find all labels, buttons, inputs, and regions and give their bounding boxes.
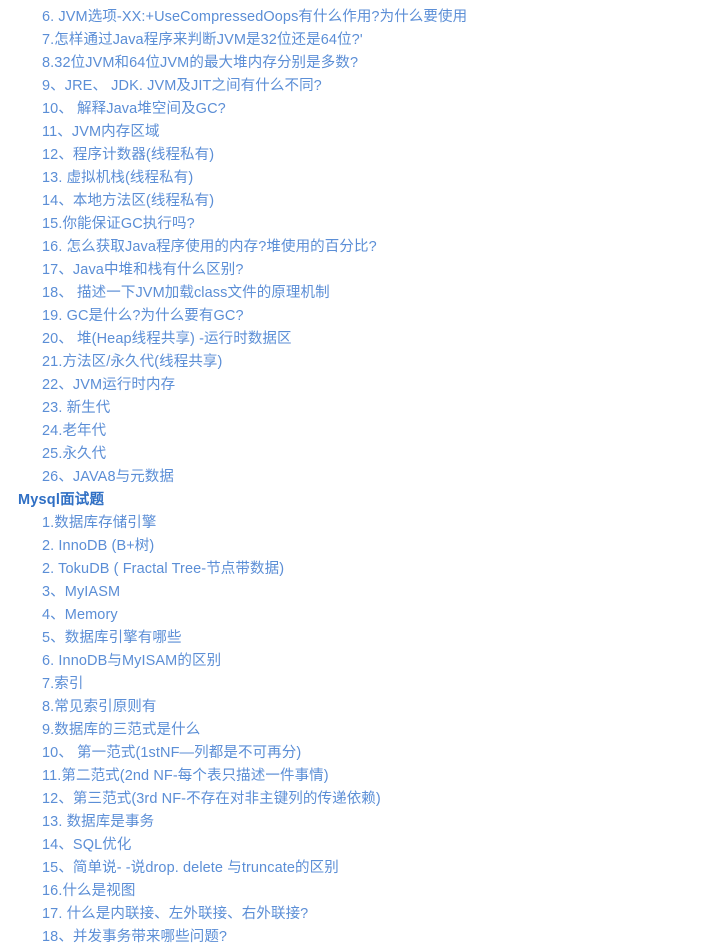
toc-list-item[interactable]: 1.数据库存储引擎 <box>0 512 713 535</box>
toc-list-item[interactable]: 4、Memory <box>0 604 713 627</box>
toc-list-item[interactable]: 2. TokuDB ( Fractal Tree-节点带数据) <box>0 558 713 581</box>
toc-list-item[interactable]: 22、JVM运行时内存 <box>0 374 713 397</box>
toc-section-heading: Mysql面试题 <box>18 492 105 508</box>
toc-list-item[interactable]: 9、JRE、 JDK. JVM及JIT之间有什么不同? <box>0 75 713 98</box>
toc-list-item[interactable]: 12、程序计数器(线程私有) <box>0 144 713 167</box>
toc-list-item[interactable]: 16. 怎么获取Java程序使用的内存?堆使用的百分比? <box>0 236 713 259</box>
toc-list-item[interactable]: 15.你能保证GC执行吗? <box>0 213 713 236</box>
toc-list-item[interactable]: 24.老年代 <box>0 420 713 443</box>
toc-list-item[interactable]: 13. 数据库是事务 <box>0 811 713 834</box>
toc-list-item[interactable]: 20、 堆(Heap线程共享) -运行时数据区 <box>0 328 713 351</box>
toc-list-item[interactable]: 7.索引 <box>0 673 713 696</box>
toc-list-item[interactable]: 5、数据库引擎有哪些 <box>0 627 713 650</box>
toc-list-item[interactable]: 14、SQL优化 <box>0 834 713 857</box>
toc-list-item[interactable]: 18、并发事务带来哪些问题? <box>0 926 713 949</box>
toc-list-item[interactable]: 13. 虚拟机栈(线程私有) <box>0 167 713 190</box>
toc-list-item[interactable]: 10、 第一范式(1stNF—列都是不可再分) <box>0 742 713 765</box>
toc-list-item[interactable]: 6. InnoDB与MyISAM的区别 <box>0 650 713 673</box>
toc-list-item[interactable]: 3、MyIASM <box>0 581 713 604</box>
toc-list-item[interactable]: 25.永久代 <box>0 443 713 466</box>
toc-list-item[interactable]: 15、简单说- -说drop. delete 与truncate的区别 <box>0 857 713 880</box>
toc-list-item[interactable]: 12、第三范式(3rd NF-不存在对非主键列的传递依赖) <box>0 788 713 811</box>
toc-list-item[interactable]: 17. 什么是内联接、左外联接、右外联接? <box>0 903 713 926</box>
toc-list-item[interactable]: 2. InnoDB (B+树) <box>0 535 713 558</box>
toc-list-item[interactable]: 7.怎样通过Java程序来判断JVM是32位还是64位?' <box>0 29 713 52</box>
toc-list-item[interactable]: 14、本地方法区(线程私有) <box>0 190 713 213</box>
toc-list-item[interactable]: 19. GC是什么?为什么要有GC? <box>0 305 713 328</box>
toc-list-item[interactable]: 8.32位JVM和64位JVM的最大堆内存分别是多数? <box>0 52 713 75</box>
table-of-contents: 6. JVM选项-XX:+UseCompressedOops有什么作用?为什么要… <box>0 0 713 949</box>
toc-list-item[interactable]: 9.数据库的三范式是什么 <box>0 719 713 742</box>
toc-list-item[interactable]: 18、 描述一下JVM加载class文件的原理机制 <box>0 282 713 305</box>
toc-list-item[interactable]: 8.常见索引原则有 <box>0 696 713 719</box>
toc-list-item[interactable]: 23. 新生代 <box>0 397 713 420</box>
toc-list-item[interactable]: 16.什么是视图 <box>0 880 713 903</box>
toc-list-item[interactable]: 11.第二范式(2nd NF-每个表只描述一件事情) <box>0 765 713 788</box>
toc-list-item[interactable]: 26、JAVA8与元数据 <box>0 466 713 489</box>
toc-list-item[interactable]: 11、JVM内存区域 <box>0 121 713 144</box>
toc-list-item[interactable]: 6. JVM选项-XX:+UseCompressedOops有什么作用?为什么要… <box>0 6 713 29</box>
toc-list-item[interactable]: 10、 解释Java堆空间及GC? <box>0 98 713 121</box>
toc-list-item[interactable]: 17、Java中堆和栈有什么区别? <box>0 259 713 282</box>
toc-list-item[interactable]: 21.方法区/永久代(线程共享) <box>0 351 713 374</box>
